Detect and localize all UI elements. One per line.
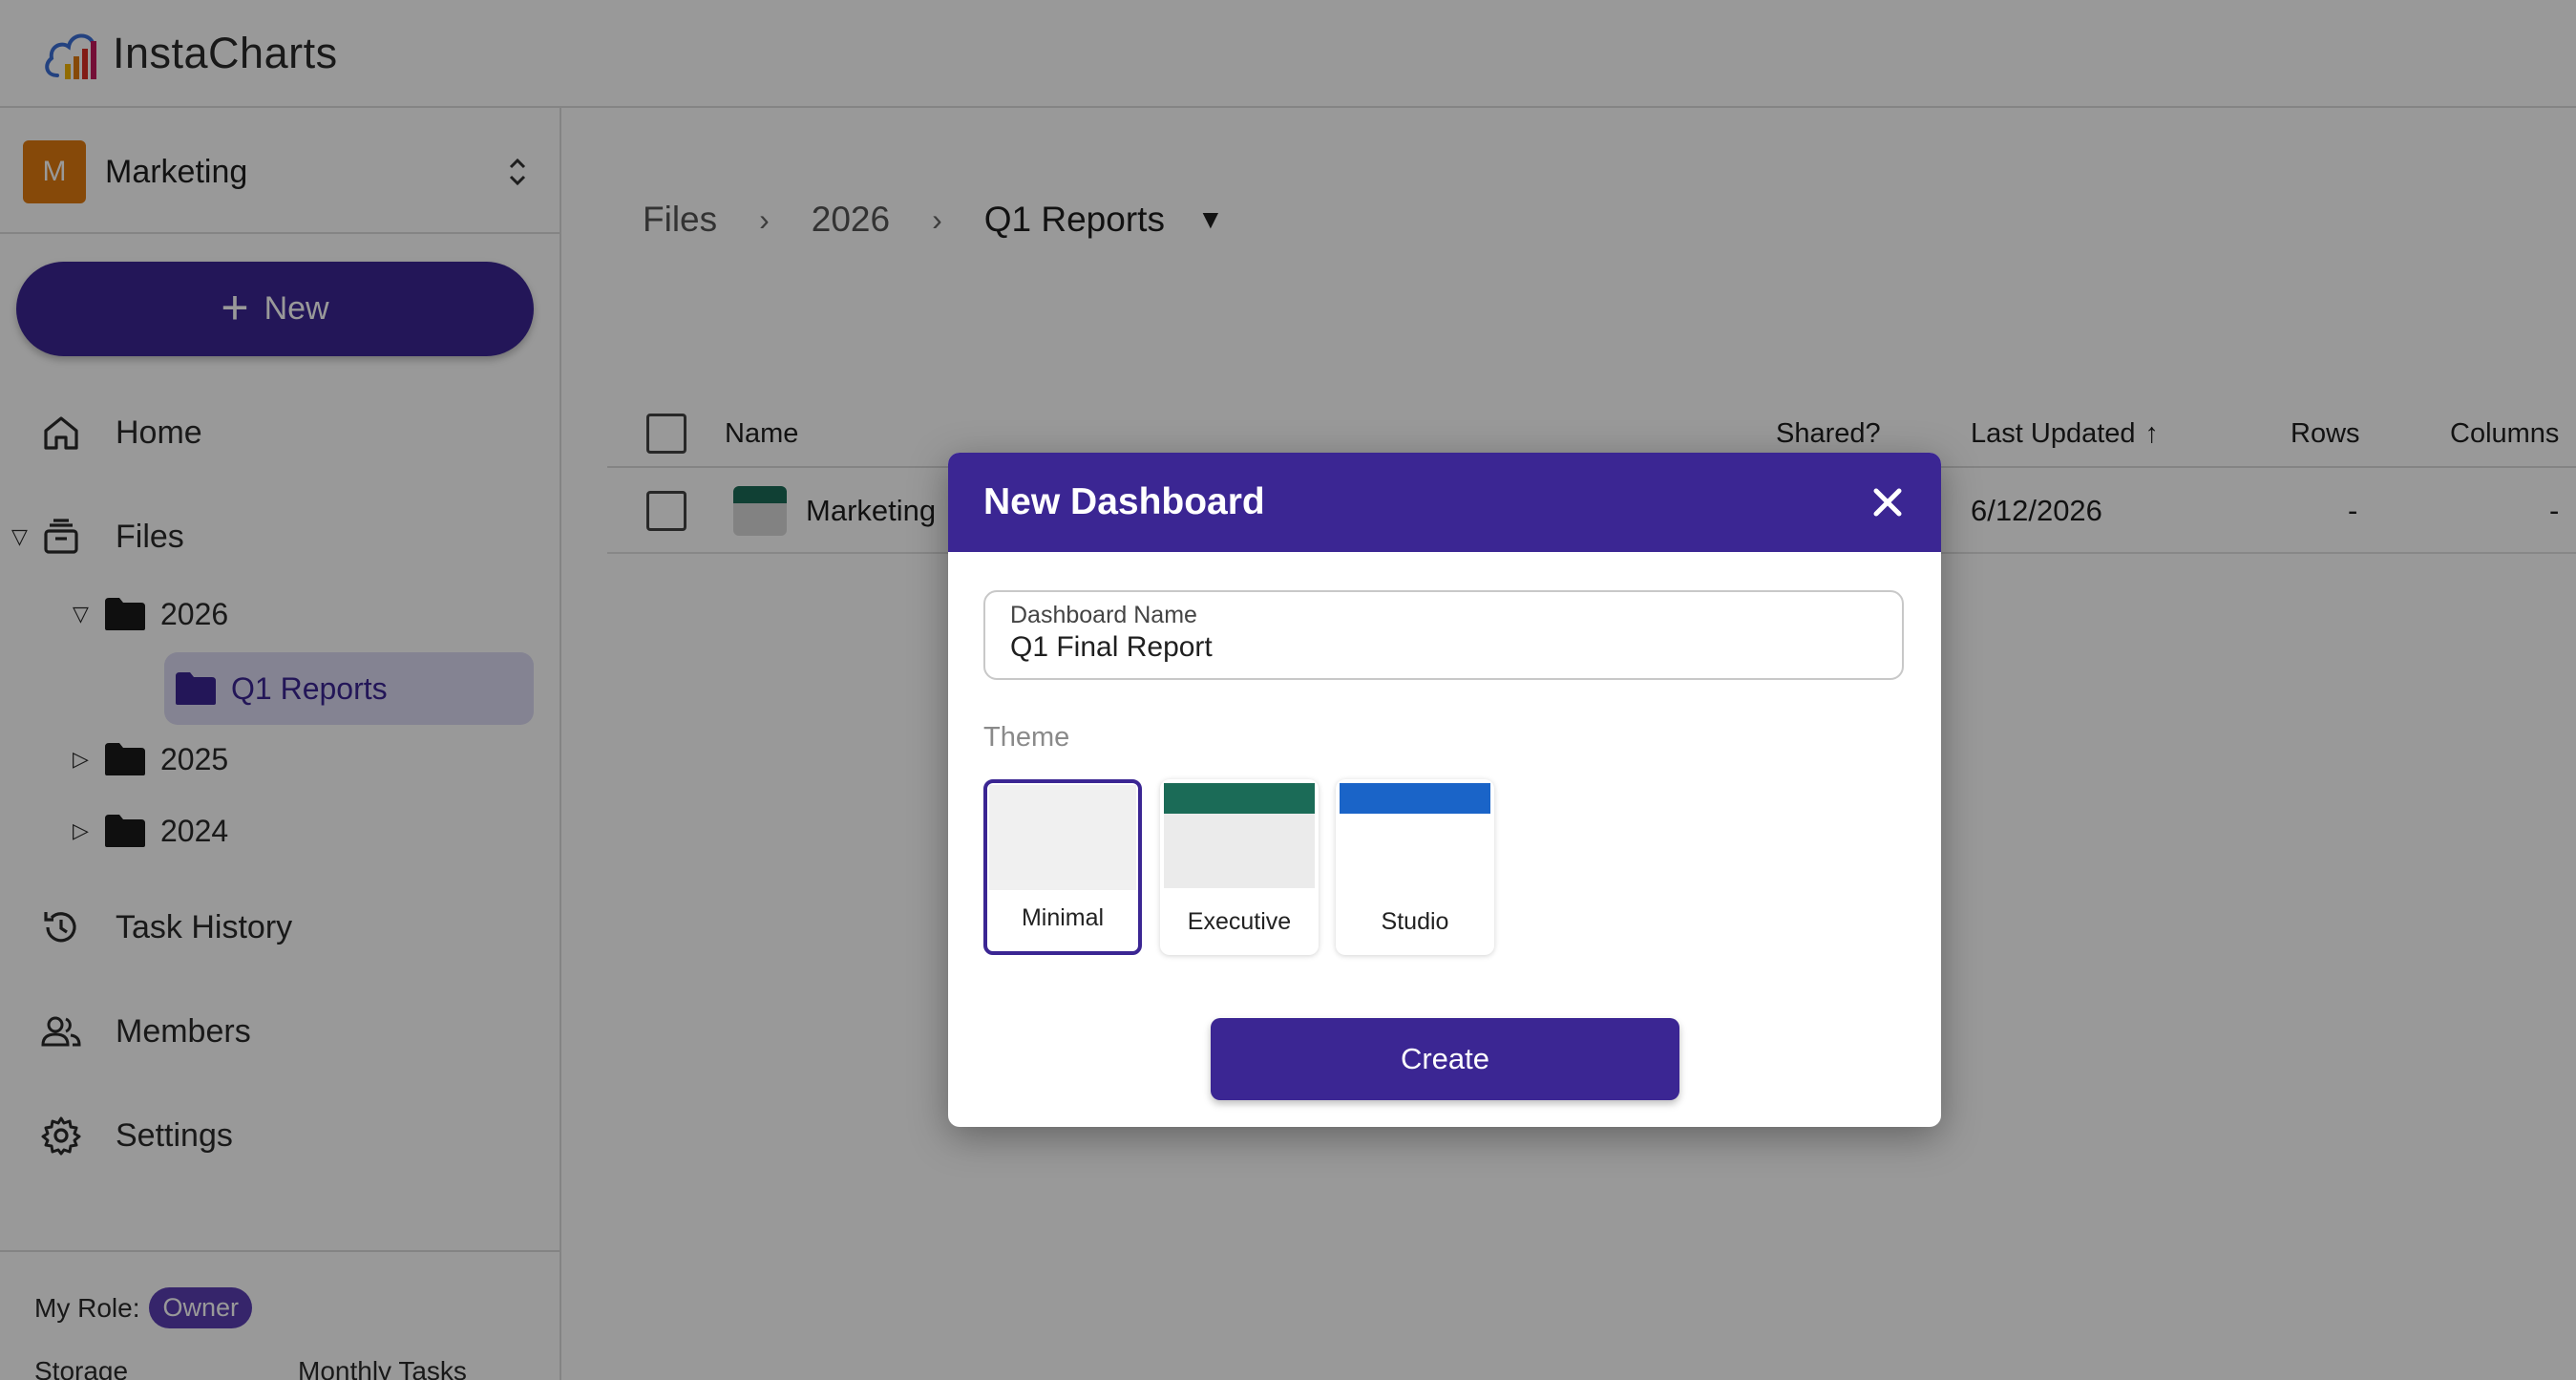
dialog-header: New Dashboard — [948, 453, 1941, 552]
theme-preview — [989, 785, 1136, 890]
theme-preview — [1164, 783, 1315, 888]
theme-card-studio[interactable]: Studio — [1336, 779, 1494, 955]
theme-label: Theme — [983, 722, 1070, 753]
theme-name: Minimal — [1021, 904, 1105, 931]
theme-name: Executive — [1187, 908, 1292, 935]
dashboard-name-input[interactable] — [1010, 631, 1877, 664]
dashboard-name-label: Dashboard Name — [1010, 602, 1197, 628]
theme-card-executive[interactable]: Executive — [1160, 779, 1319, 955]
theme-card-minimal[interactable]: Minimal — [983, 779, 1142, 955]
theme-name: Studio — [1381, 908, 1449, 935]
new-dashboard-dialog: New Dashboard Dashboard Name Theme Minim… — [948, 453, 1941, 1127]
dashboard-name-field[interactable]: Dashboard Name — [983, 590, 1904, 680]
app-root: InstaCharts M Marketing + New Home ▽ Fil… — [0, 0, 2576, 1380]
close-icon[interactable] — [1867, 481, 1909, 523]
dialog-title: New Dashboard — [983, 481, 1265, 522]
theme-preview — [1340, 783, 1490, 888]
create-button[interactable]: Create — [1211, 1018, 1679, 1100]
